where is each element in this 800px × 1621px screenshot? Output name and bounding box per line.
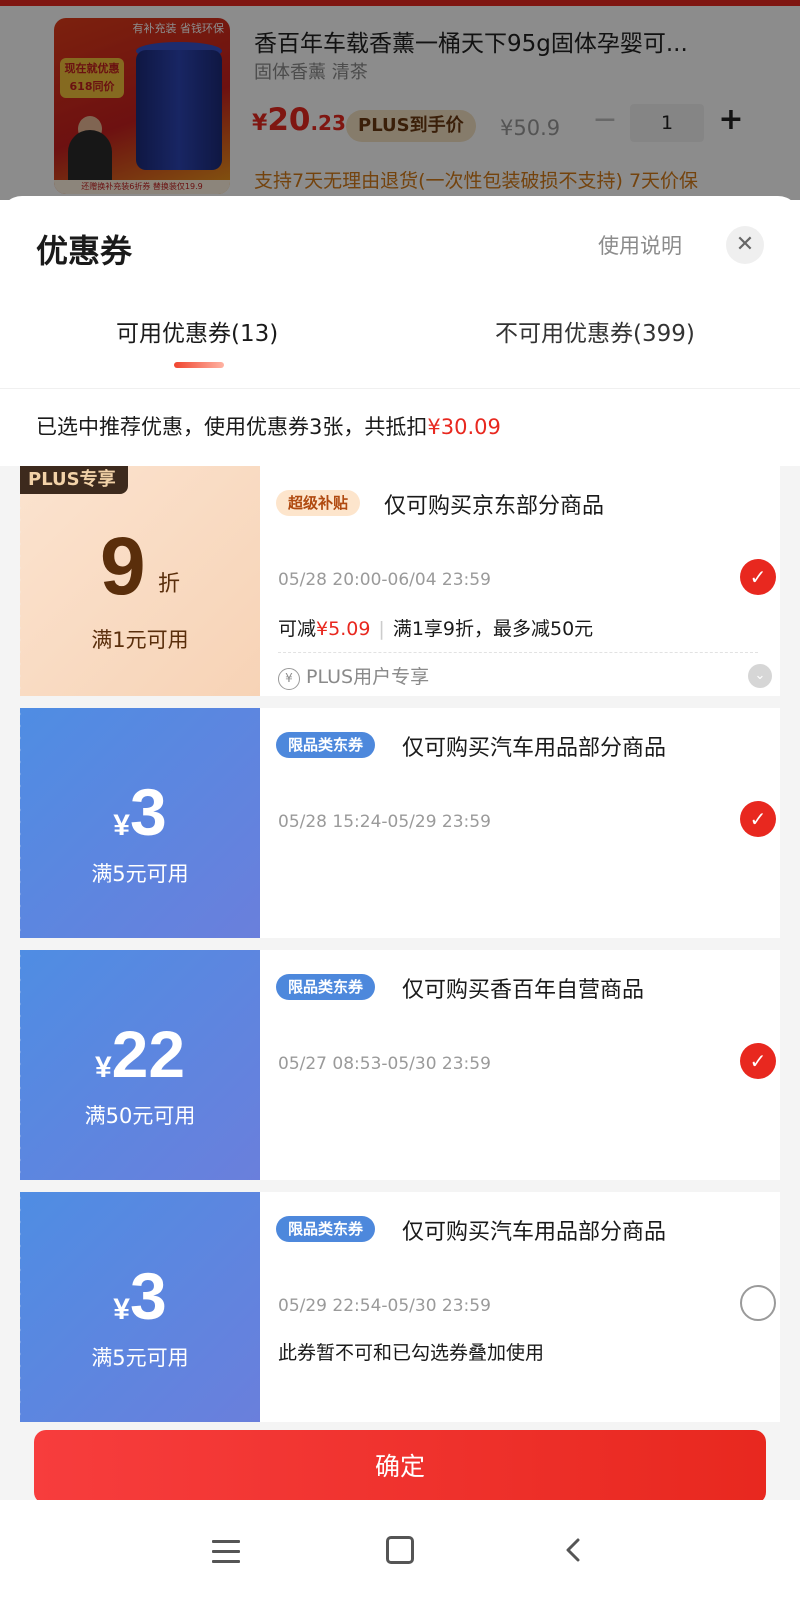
coupon-amount: ¥3: [20, 774, 260, 850]
coupon-sheet: 优惠券 使用说明 ✕ 可用优惠券(13) 不可用优惠券(399) 已选中推荐优惠…: [0, 196, 800, 1621]
deduction-rule: 满1享9折，最多减50元: [392, 618, 594, 640]
selection-summary: 已选中推荐优惠，使用优惠券3张，共抵扣¥30.09: [0, 388, 800, 464]
coupon-selected-checkbox[interactable]: ✓: [740, 559, 776, 595]
tab-unavailable-coupons[interactable]: 不可用优惠券(399): [495, 314, 695, 348]
coupon-card[interactable]: ¥3 满5元可用 限品类东券 仅可购买汽车用品部分商品 05/28 15:24-…: [20, 708, 780, 938]
coupon-card[interactable]: ¥3 满5元可用 限品类东券 仅可购买汽车用品部分商品 05/29 22:54-…: [20, 1192, 780, 1422]
coupon-card[interactable]: PLUS专享 9 折 满1元可用 超级补贴 仅可购买京东部分商品 05/28 2…: [20, 466, 780, 696]
detail-separator: |: [378, 618, 385, 640]
plus-exclusive-tag: PLUS专享: [20, 466, 128, 494]
coupon-condition: 满50元可用: [84, 1104, 196, 1128]
coupon-card[interactable]: ¥22 满50元可用 限品类东券 仅可购买香百年自营商品 05/27 08:53…: [20, 950, 780, 1180]
active-tab-indicator: [174, 362, 224, 368]
coupon-unselected-checkbox[interactable]: [740, 1285, 776, 1321]
summary-prefix: 已选中推荐优惠，使用优惠券3张，共抵扣: [36, 415, 428, 439]
coupon-title: 仅可购买京东部分商品: [384, 494, 605, 519]
deduction-prefix: 可减: [278, 618, 317, 640]
coupon-type-tag: 限品类东券: [276, 1216, 376, 1242]
discount-unit: 折: [158, 572, 181, 597]
expand-chevron-icon[interactable]: ⌄: [748, 664, 772, 688]
usage-instructions-link[interactable]: 使用说明: [598, 230, 682, 260]
coupon-condition: 满1元可用: [91, 628, 189, 652]
coupon-title: 仅可购买汽车用品部分商品: [402, 1220, 667, 1245]
summary-amount: ¥30.09: [427, 415, 501, 439]
discount-value: 9: [100, 521, 146, 612]
amount-value: 3: [129, 1259, 167, 1333]
system-nav-bar: [0, 1500, 800, 1621]
coupon-value-panel: ¥3 满5元可用: [20, 1192, 260, 1422]
coupon-conflict-note: 此券暂不可和已勾选券叠加使用: [278, 1342, 545, 1364]
plus-user-label: PLUS用户专享: [306, 666, 430, 688]
coupon-title: 仅可购买香百年自营商品: [402, 978, 645, 1003]
coupon-info: 限品类东券 仅可购买汽车用品部分商品 05/28 15:24-05/29 23:…: [260, 708, 780, 938]
coupon-validity: 05/27 08:53-05/30 23:59: [278, 1054, 491, 1074]
coupon-validity: 05/28 15:24-05/29 23:59: [278, 812, 491, 832]
dashed-divider: [278, 652, 758, 653]
amount-value: 22: [111, 1017, 186, 1091]
back-icon[interactable]: [562, 1538, 586, 1562]
coupon-condition: 满5元可用: [91, 862, 189, 886]
coupon-value-panel: ¥22 满50元可用: [20, 950, 260, 1180]
close-button[interactable]: ✕: [726, 226, 764, 264]
sheet-title: 优惠券: [36, 232, 133, 270]
plus-user-note: ¥ PLUS用户专享: [278, 662, 429, 690]
coupon-info: 超级补贴 仅可购买京东部分商品 05/28 20:00-06/04 23:59 …: [260, 466, 780, 696]
amount-currency: ¥: [113, 809, 130, 842]
summary-text: 已选中推荐优惠，使用优惠券3张，共抵扣¥30.09: [36, 411, 501, 441]
coupon-amount: ¥3: [20, 1258, 260, 1334]
coupon-validity: 05/28 20:00-06/04 23:59: [278, 570, 491, 590]
amount-currency: ¥: [94, 1051, 112, 1084]
coupon-deduction-detail: 可减¥5.09 | 满1享9折，最多减50元: [278, 614, 593, 641]
coupon-selected-checkbox[interactable]: ✓: [740, 1043, 776, 1079]
amount-value: 3: [129, 775, 167, 849]
backdrop-overlay[interactable]: [0, 0, 800, 200]
coupon-amount: ¥22: [20, 1016, 260, 1092]
coupon-validity: 05/29 22:54-05/30 23:59: [278, 1296, 491, 1316]
coupon-value-panel: ¥3 满5元可用: [20, 708, 260, 938]
coupon-value-panel: PLUS专享 9 折 满1元可用: [20, 466, 260, 696]
yen-coin-icon: ¥: [278, 668, 300, 690]
home-icon[interactable]: [386, 1536, 414, 1564]
confirm-button[interactable]: 确定: [34, 1430, 766, 1504]
menu-icon[interactable]: [212, 1540, 240, 1563]
coupon-selected-checkbox[interactable]: ✓: [740, 801, 776, 837]
coupon-type-tag: 限品类东券: [276, 732, 376, 758]
coupon-condition: 满5元可用: [91, 1346, 189, 1370]
amount-currency: ¥: [113, 1293, 130, 1326]
perforation-edge: [20, 466, 24, 696]
deduction-amount: ¥5.09: [316, 618, 371, 640]
coupon-type-tag: 限品类东券: [276, 974, 376, 1000]
coupon-info: 限品类东券 仅可购买香百年自营商品 05/27 08:53-05/30 23:5…: [260, 950, 780, 1180]
tab-available-coupons[interactable]: 可用优惠券(13): [116, 314, 278, 348]
coupon-info: 限品类东券 仅可购买汽车用品部分商品 05/29 22:54-05/30 23:…: [260, 1192, 780, 1422]
coupon-type-tag: 超级补贴: [276, 490, 361, 516]
coupon-title: 仅可购买汽车用品部分商品: [402, 736, 667, 761]
